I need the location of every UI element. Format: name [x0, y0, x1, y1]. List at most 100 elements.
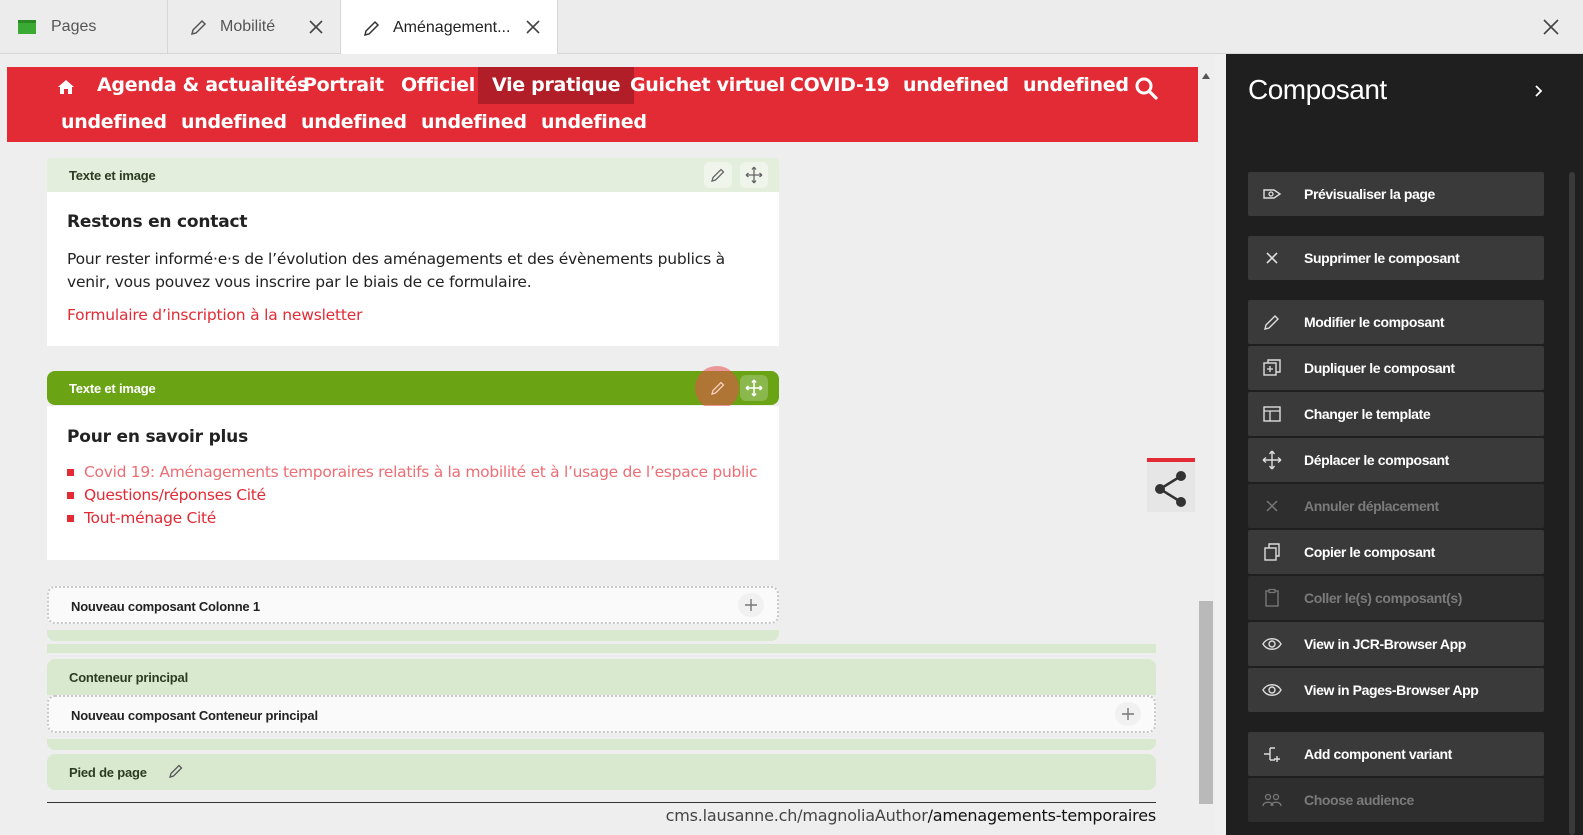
- site-navbar: Agenda & actualités Portrait Officiel Vi…: [7, 67, 1206, 142]
- nav-item[interactable]: COVID-19: [790, 74, 890, 96]
- preview-scrollbar[interactable]: [1198, 67, 1215, 835]
- component-bar-texte-image-1[interactable]: Texte et image: [47, 158, 779, 192]
- tab-label: Aménagement...: [393, 18, 511, 36]
- bullet-icon: [67, 514, 74, 522]
- action-edit-component[interactable]: Modifier le composant: [1248, 300, 1544, 344]
- block-paragraph: Pour rester informé·e·s de l’évolution d…: [67, 250, 725, 291]
- nav-item[interactable]: undefined: [903, 74, 1009, 96]
- newsletter-link[interactable]: Formulaire d’inscription à la newsletter: [67, 306, 362, 324]
- action-delete-component[interactable]: Supprimer le composant: [1248, 236, 1544, 280]
- action-label: Dupliquer le composant: [1304, 360, 1455, 376]
- nav-item[interactable]: Guichet virtuel: [630, 74, 785, 96]
- audience-icon: [1262, 793, 1282, 807]
- url-path: /amenagements-temporaires: [927, 806, 1157, 825]
- new-component-label: Nouveau composant Colonne 1: [71, 599, 260, 614]
- url-prefix: cms.lausanne.ch/magnoliaAuthor: [665, 806, 928, 825]
- list-item-link[interactable]: Tout-ménage Cité: [67, 509, 216, 527]
- list-item-link[interactable]: Questions/réponses Cité: [67, 486, 266, 504]
- nav-item[interactable]: Agenda & actualités: [97, 74, 308, 96]
- action-view-jcr-browser[interactable]: View in JCR-Browser App: [1248, 622, 1544, 666]
- action-cancel-move: Annuler déplacement: [1248, 484, 1544, 528]
- search-icon[interactable]: [1134, 76, 1158, 100]
- nav-item[interactable]: undefined: [61, 111, 167, 133]
- action-preview-page[interactable]: Prévisualiser la page: [1248, 172, 1544, 216]
- action-label: Changer le template: [1304, 406, 1431, 422]
- new-component-colonne-1[interactable]: Nouveau composant Colonne 1: [47, 586, 779, 624]
- nav-item[interactable]: undefined: [421, 111, 527, 133]
- edit-component-button[interactable]: [704, 375, 732, 401]
- nav-item[interactable]: Officiel: [401, 74, 475, 96]
- area-bar-pied-de-page[interactable]: Pied de page: [47, 754, 1156, 790]
- move-component-button[interactable]: [740, 162, 768, 188]
- tab-pages[interactable]: Pages: [0, 0, 168, 54]
- close-icon[interactable]: [523, 17, 543, 37]
- scroll-thumb[interactable]: [1199, 601, 1213, 804]
- eye-icon: [1262, 684, 1282, 696]
- component-bar-texte-image-2[interactable]: Texte et image: [47, 366, 779, 410]
- area-label: Conteneur principal: [69, 670, 188, 685]
- home-icon[interactable]: [57, 78, 75, 96]
- move-icon: [745, 166, 763, 184]
- add-component-button[interactable]: [1115, 702, 1141, 726]
- action-label: Copier le composant: [1304, 544, 1435, 560]
- nav-item[interactable]: undefined: [1023, 74, 1129, 96]
- action-label: Add component variant: [1304, 746, 1452, 762]
- plus-icon: [1122, 708, 1134, 720]
- edit-component-button[interactable]: [704, 162, 732, 188]
- action-view-pages-browser[interactable]: View in Pages-Browser App: [1248, 668, 1544, 712]
- link-text: Tout-ménage Cité: [84, 509, 217, 527]
- action-label: View in JCR-Browser App: [1304, 636, 1466, 652]
- action-paste-components: Coller le(s) composant(s): [1248, 576, 1544, 620]
- area-label: Pied de page: [69, 765, 147, 780]
- component-bar-label: Texte et image: [69, 168, 156, 183]
- edit-icon: [1264, 315, 1279, 330]
- pencil-icon: [711, 381, 725, 395]
- pencil-icon: [363, 20, 380, 36]
- link-text: Questions/réponses Cité: [84, 486, 266, 504]
- duplicate-icon: [1263, 359, 1281, 376]
- content-block-pour-en-savoir-plus: Pour en savoir plus Covid 19: Aménagemen…: [47, 406, 779, 560]
- column-area-footer-strip: [47, 630, 779, 641]
- nav-item[interactable]: undefined: [541, 111, 647, 133]
- nav-item-active[interactable]: Vie pratique: [478, 67, 635, 104]
- new-component-conteneur-principal[interactable]: Nouveau composant Conteneur principal: [47, 695, 1156, 733]
- close-icon[interactable]: [306, 17, 326, 37]
- eye-icon: [1262, 638, 1282, 650]
- content-block-restons-en-contact: Restons en contact Pour rester informé·e…: [47, 192, 779, 346]
- bullet-icon: [67, 491, 74, 499]
- column-area-footer-strip: [47, 644, 1156, 653]
- action-duplicate-component[interactable]: Dupliquer le composant: [1248, 346, 1544, 390]
- move-component-button[interactable]: [740, 375, 768, 401]
- scroll-up-arrow-icon[interactable]: [1202, 73, 1210, 79]
- pencil-icon: [190, 19, 207, 36]
- page-preview: Agenda & actualités Portrait Officiel Vi…: [0, 54, 1215, 835]
- tab-label: Pages: [51, 18, 97, 35]
- tab-label: Mobilité: [220, 18, 276, 35]
- close-app-icon[interactable]: [1541, 17, 1561, 37]
- share-icon: [1155, 471, 1186, 507]
- panel-scrollbar[interactable]: [1569, 172, 1575, 835]
- preview-icon: [1263, 189, 1282, 199]
- app-tab-bar: Pages Mobilité Aménagement...: [0, 0, 1583, 55]
- action-label: Modifier le composant: [1304, 314, 1445, 330]
- chevron-right-icon[interactable]: [1532, 81, 1546, 101]
- area-bar-conteneur-principal[interactable]: Conteneur principal: [47, 659, 1156, 695]
- move-icon: [745, 379, 763, 397]
- nav-item[interactable]: undefined: [181, 111, 287, 133]
- tab-amenagements[interactable]: Aménagement...: [341, 0, 558, 55]
- pencil-icon[interactable]: [168, 763, 184, 779]
- action-copy-component[interactable]: Copier le composant: [1248, 530, 1544, 574]
- component-actions-panel: Composant Prévisualiser la page Supprime…: [1226, 54, 1583, 835]
- add-component-button[interactable]: [738, 593, 764, 617]
- tab-mobilite[interactable]: Mobilité: [168, 0, 341, 54]
- action-add-component-variant[interactable]: Add component variant: [1248, 732, 1544, 776]
- nav-item[interactable]: undefined: [301, 111, 407, 133]
- page-url: cms.lausanne.ch/magnoliaAuthor/amenageme…: [47, 802, 1156, 832]
- action-change-template[interactable]: Changer le template: [1248, 392, 1544, 436]
- list-item-link[interactable]: Covid 19: Aménagements temporaires relat…: [67, 463, 758, 481]
- share-button[interactable]: [1147, 458, 1195, 512]
- new-component-label: Nouveau composant Conteneur principal: [71, 708, 318, 723]
- action-move-component[interactable]: Déplacer le composant: [1248, 438, 1544, 482]
- pages-icon: [18, 20, 36, 34]
- nav-item[interactable]: Portrait: [303, 74, 384, 96]
